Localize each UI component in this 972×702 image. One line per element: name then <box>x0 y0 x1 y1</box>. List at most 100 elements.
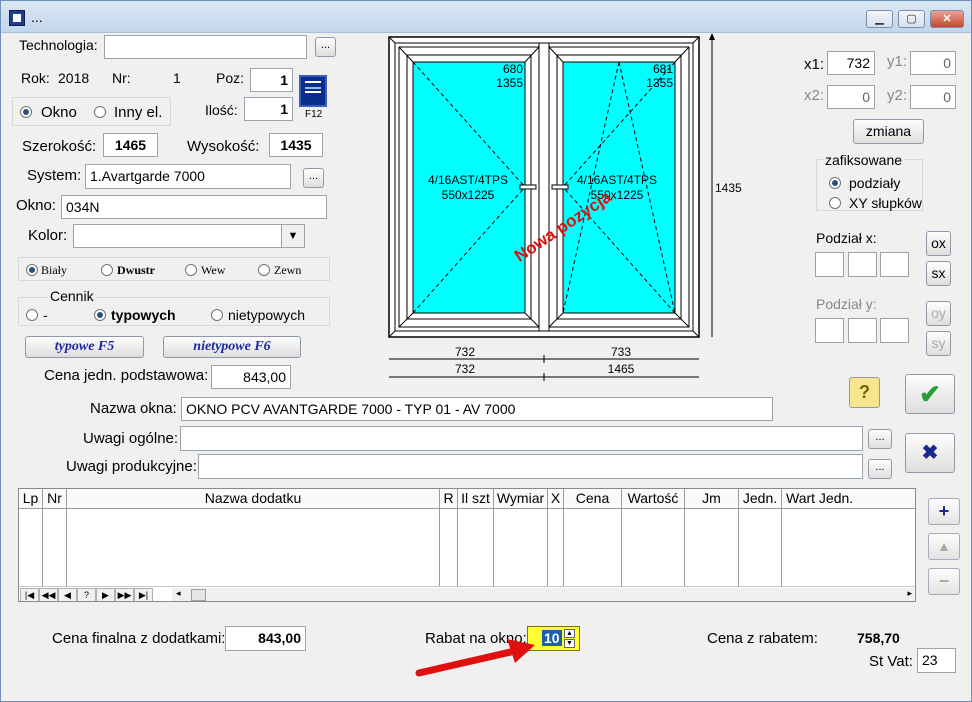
help-button[interactable]: ? <box>849 377 880 408</box>
nav-next-page-button[interactable]: ▶▶ <box>115 588 134 601</box>
ok-check-icon[interactable]: ✔ <box>905 374 955 414</box>
st-vat-field[interactable]: 23 <box>917 648 956 673</box>
col-header-jedn[interactable]: Jedn. <box>739 489 782 509</box>
dim-row2-left: 732 <box>455 362 475 376</box>
addons-table[interactable]: Lp Nr Nazwa dodatku R Il szt Wymiar X Ce… <box>18 488 916 602</box>
xy-slupkow-radio[interactable] <box>829 197 841 209</box>
color-radio-zewn[interactable] <box>258 264 270 276</box>
nav-first-button[interactable]: |◀ <box>20 588 39 601</box>
color-radio-dwustr[interactable] <box>101 264 113 276</box>
left-top-h: 1355 <box>496 76 523 90</box>
x2-label: x2: <box>804 87 825 104</box>
ilosc-field[interactable]: 1 <box>244 97 293 121</box>
add-row-plus-icon[interactable]: + <box>928 498 960 525</box>
left-handle <box>519 184 537 190</box>
podzialy-radio[interactable] <box>829 177 841 189</box>
col-header-wartosc[interactable]: Wartość <box>622 489 685 509</box>
okno-radio-label: Okno <box>41 104 77 121</box>
color-radio-wew[interactable] <box>185 264 197 276</box>
y2-field[interactable]: 0 <box>910 85 956 109</box>
cancel-x-icon[interactable]: ✖ <box>905 433 955 473</box>
nav-prev-button[interactable]: ◀ <box>58 588 77 601</box>
color-radio-bialy[interactable] <box>26 264 38 276</box>
cennik-radio-nietypowych[interactable] <box>211 309 223 321</box>
kolor-select[interactable] <box>73 224 305 248</box>
technologia-browse-button[interactable]: ... <box>315 37 336 57</box>
poz-field[interactable]: 1 <box>250 68 293 92</box>
uwagi-produkcyjne-field[interactable] <box>198 454 863 479</box>
x1-field[interactable]: 732 <box>827 51 875 75</box>
col-header-nazwa[interactable]: Nazwa dodatku <box>67 489 440 509</box>
horizontal-scrollbar[interactable]: ◂ ▸ <box>172 588 915 601</box>
oy-button[interactable]: oy <box>926 301 951 326</box>
minimize-button[interactable]: ▁ <box>866 10 893 28</box>
col-header-r[interactable]: R <box>440 489 458 509</box>
sy-button[interactable]: sy <box>926 331 951 356</box>
spinner-up-icon[interactable]: ▲ <box>564 629 575 638</box>
cena-jedn-label: Cena jedn. podstawowa: <box>44 367 209 384</box>
podzial-x-field-3[interactable] <box>880 252 909 277</box>
cennik-radio-none[interactable] <box>26 309 38 321</box>
rabat-value[interactable]: 10 <box>542 630 562 646</box>
podzial-x-label: Podział x: <box>816 230 877 246</box>
left-top-w: 680 <box>503 62 523 76</box>
app-icon <box>9 10 25 26</box>
remove-row-minus-icon[interactable]: − <box>928 568 960 595</box>
maximize-button[interactable]: ▢ <box>898 10 925 28</box>
spinner-down-icon[interactable]: ▼ <box>564 639 575 648</box>
col-header-ilszt[interactable]: Il szt <box>458 489 494 509</box>
close-button[interactable]: ✕ <box>930 10 964 28</box>
nav-last-button[interactable]: ▶| <box>134 588 153 601</box>
podzial-x-field-1[interactable] <box>815 252 844 277</box>
nav-prev-page-button[interactable]: ◀◀ <box>39 588 58 601</box>
f12-label: F12 <box>305 109 323 120</box>
podzial-y-field-1[interactable] <box>815 318 844 343</box>
podzial-y-field-3[interactable] <box>880 318 909 343</box>
nazwa-okna-field[interactable]: OKNO PCV AVANTGARDE 7000 - TYP 01 - AV 7… <box>181 397 773 421</box>
y1-field[interactable]: 0 <box>910 51 956 75</box>
typowe-f5-button[interactable]: typowe F5 <box>25 336 144 358</box>
right-handle <box>551 184 569 190</box>
system-field[interactable]: 1.Avartgarde 7000 <box>85 164 291 189</box>
chevron-down-icon[interactable]: ▼ <box>281 225 304 247</box>
window-drawing: 680 1355 681 1355 4/16AST/4TPS 550x1225 … <box>388 33 742 381</box>
cena-jedn-field[interactable]: 843,00 <box>211 365 291 389</box>
cennik-radio-typowych[interactable] <box>94 309 106 321</box>
szerokosc-label: Szerokość: <box>22 138 97 155</box>
okno-field[interactable]: 034N <box>61 195 327 219</box>
col-header-cena[interactable]: Cena <box>564 489 622 509</box>
system-browse-button[interactable]: ... <box>303 168 324 188</box>
col-header-x[interactable]: X <box>548 489 564 509</box>
col-header-wymiar[interactable]: Wymiar <box>494 489 548 509</box>
okno-radio[interactable] <box>20 106 32 118</box>
ox-button[interactable]: ox <box>926 231 951 256</box>
cennik-label-nietypowych: nietypowych <box>228 307 306 323</box>
uwagi-produkcyjne-label: Uwagi produkcyjne: <box>66 458 197 475</box>
ilosc-label: Ilość: <box>205 102 238 118</box>
x2-field[interactable]: 0 <box>827 85 875 109</box>
nav-next-button[interactable]: ▶ <box>96 588 115 601</box>
nav-query-button[interactable]: ? <box>77 588 96 601</box>
podzial-y-field-2[interactable] <box>848 318 877 343</box>
col-header-wart-jedn[interactable]: Wart Jedn. <box>782 489 915 509</box>
wysokosc-field[interactable]: 1435 <box>269 133 323 157</box>
col-header-lp[interactable]: Lp <box>19 489 43 509</box>
cena-finalna-field[interactable]: 843,00 <box>225 626 306 651</box>
col-header-jm[interactable]: Jm <box>685 489 739 509</box>
uwagi-ogolne-browse-button[interactable]: ... <box>868 429 892 449</box>
uwagi-ogolne-label: Uwagi ogólne: <box>83 430 179 447</box>
uwagi-produkcyjne-browse-button[interactable]: ... <box>868 459 892 479</box>
technologia-field[interactable] <box>104 35 307 59</box>
zmiana-button[interactable]: zmiana <box>853 119 924 144</box>
nietypowe-f6-button[interactable]: nietypowe F6 <box>163 336 301 358</box>
move-up-icon[interactable]: ▲ <box>928 533 960 560</box>
cena-z-rabatem-label: Cena z rabatem: <box>707 630 818 647</box>
szerokosc-field[interactable]: 1465 <box>103 133 158 157</box>
f12-icon-button[interactable] <box>299 75 327 107</box>
uwagi-ogolne-field[interactable] <box>180 426 863 451</box>
sx-button[interactable]: sx <box>926 261 951 286</box>
col-header-nr[interactable]: Nr <box>43 489 67 509</box>
cennik-label-typowych: typowych <box>111 307 176 323</box>
podzial-x-field-2[interactable] <box>848 252 877 277</box>
inny-radio[interactable] <box>94 106 106 118</box>
